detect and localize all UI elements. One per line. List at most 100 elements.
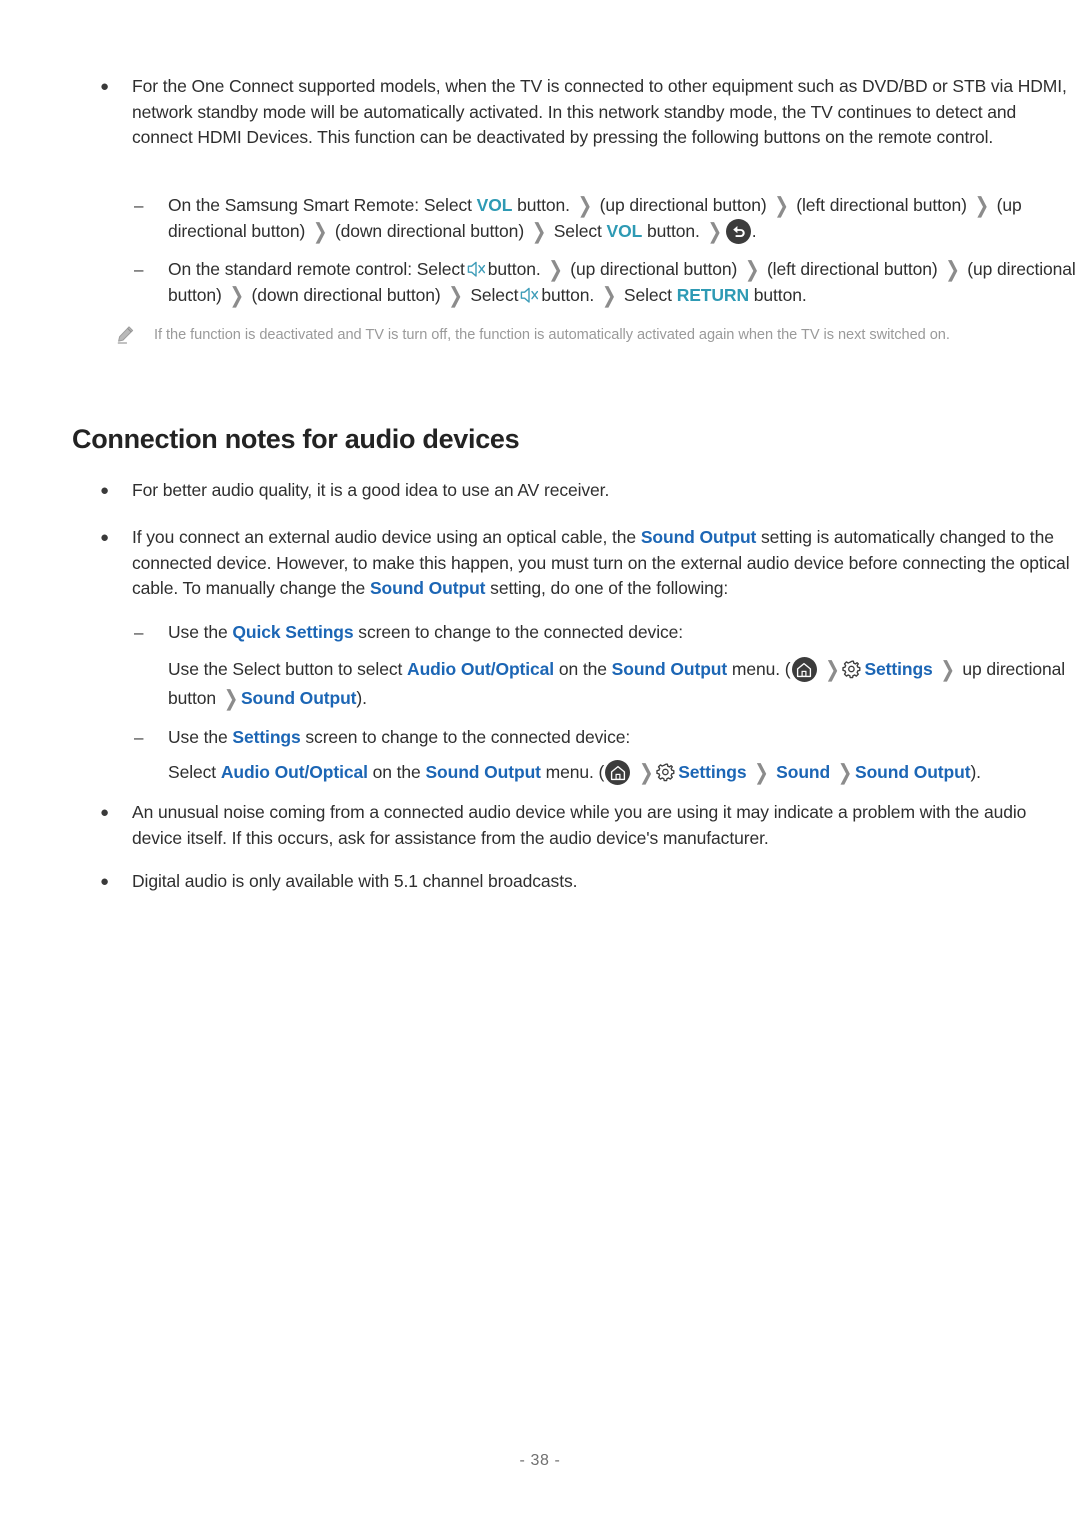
bullet-unusual-noise-text: An unusual noise coming from a connected… <box>132 802 1027 848</box>
chevron-separator-icon: ❯ <box>837 760 853 785</box>
remote-key-vol: VOL <box>476 195 513 215</box>
menu-link-audio-out-optical[interactable]: Audio Out/Optical <box>221 762 368 782</box>
note-text: If the function is deactivated and TV is… <box>154 327 950 343</box>
step-text-part-4: (left directional button) <box>796 195 967 215</box>
step-text-part-1: On the standard remote control: Select <box>168 259 465 279</box>
detail-text-part-1: Use the Select button to select <box>168 659 403 679</box>
mute-icon <box>467 260 486 277</box>
quick-settings-detail: Use the Select button to select Audio Ou… <box>168 655 1080 713</box>
step-text-part-9: . <box>751 220 757 241</box>
chevron-separator-icon: ❯ <box>223 686 238 711</box>
optical-text-part-1: If you connect an external audio device … <box>132 527 637 547</box>
quick-settings-text-part-2: screen to change to the connected device… <box>358 622 684 642</box>
dash-marker: – <box>134 196 144 215</box>
menu-link-settings[interactable]: Settings <box>232 727 300 747</box>
quick-settings-text-part-1: Use the <box>168 622 228 642</box>
home-icon <box>791 657 817 682</box>
chevron-separator-icon: ❯ <box>707 219 722 243</box>
step-text-part-8: button. <box>541 284 595 305</box>
gear-icon <box>842 659 862 679</box>
step-text-part-3: (up directional button) <box>599 195 767 215</box>
menu-link-sound-output[interactable]: Sound Output <box>370 578 486 598</box>
step-text-part-4: (left directional button) <box>766 259 938 279</box>
menu-link-settings[interactable]: Settings <box>678 762 746 782</box>
chevron-separator-icon: ❯ <box>940 657 955 682</box>
dash-marker: – <box>134 728 144 747</box>
detail-text-part-3: menu. ( <box>731 659 791 679</box>
step-quick-settings: – Use the Quick Settings screen to chang… <box>132 620 1080 646</box>
document-page: ● For the One Connect supported models, … <box>0 0 1080 1527</box>
step-text-part-10: button. <box>753 284 807 305</box>
home-icon <box>605 760 631 785</box>
menu-link-settings[interactable]: Settings <box>864 659 932 679</box>
chevron-separator-icon: ❯ <box>754 760 769 785</box>
section-title-connection-notes: Connection notes for audio devices <box>72 424 520 454</box>
settings-detail-part-1: Select <box>168 762 217 782</box>
settings-detail: Select Audio Out/Optical on the Sound Ou… <box>168 758 1080 787</box>
chevron-separator-icon: ❯ <box>229 283 244 307</box>
bullet-digital-audio: ● Digital audio is only available with 5… <box>96 869 1080 895</box>
chevron-separator-icon: ❯ <box>448 283 463 307</box>
optical-text-part-3: setting, do one of the following: <box>490 578 729 598</box>
step-standard-remote: – On the standard remote control: Select… <box>132 257 1080 308</box>
bullet-marker: ● <box>100 873 109 890</box>
gear-icon <box>656 762 676 782</box>
bullet-unusual-noise: ● An unusual noise coming from a connect… <box>96 800 1080 851</box>
chevron-separator-icon: ❯ <box>745 257 760 282</box>
mute-icon <box>520 286 539 303</box>
step-text-part-3: (up directional button) <box>570 259 738 279</box>
menu-link-sound[interactable]: Sound <box>776 762 830 782</box>
step-settings-screen: – Use the Settings screen to change to t… <box>132 725 1080 751</box>
remote-key-return: RETURN <box>676 284 750 305</box>
bullet-one-connect-text: For the One Connect supported models, wh… <box>132 76 1067 147</box>
menu-link-sound-output[interactable]: Sound Output <box>425 762 541 782</box>
step-text-part-6: (down directional button) <box>251 284 441 305</box>
bullet-marker: ● <box>100 78 109 95</box>
pencil-icon <box>116 325 136 345</box>
settings-step-text-part-1: Use the <box>168 727 228 747</box>
note-deactivated-function: If the function is deactivated and TV is… <box>96 323 1080 348</box>
step-text-part-8: button. <box>647 220 700 241</box>
step-samsung-smart-remote: – On the Samsung Smart Remote: Select VO… <box>132 193 1080 244</box>
bullet-digital-audio-text: Digital audio is only available with 5.1… <box>132 871 578 891</box>
return-icon <box>725 218 751 244</box>
settings-detail-part-2: on the <box>372 762 421 782</box>
bullet-optical-cable: ● If you connect an external audio devic… <box>96 525 1080 602</box>
chevron-separator-icon: ❯ <box>531 219 546 243</box>
chevron-separator-icon: ❯ <box>548 257 563 282</box>
remote-key-vol: VOL <box>606 220 643 241</box>
dash-marker: – <box>134 260 144 279</box>
chevron-separator-icon: ❯ <box>825 657 840 682</box>
menu-link-sound-output[interactable]: Sound Output <box>641 527 757 547</box>
chevron-separator-icon: ❯ <box>577 193 592 218</box>
chevron-separator-icon: ❯ <box>945 257 960 282</box>
step-text-part-9: Select <box>623 284 672 305</box>
detail-text-part-2: on the <box>558 659 607 679</box>
detail-text-part-5: ). <box>356 688 367 708</box>
step-text-part-7: Select <box>470 284 519 305</box>
step-text-part-2: button. <box>517 195 570 215</box>
settings-detail-part-3: menu. ( <box>545 762 605 782</box>
bullet-marker: ● <box>100 804 109 821</box>
chevron-separator-icon: ❯ <box>639 760 654 785</box>
bullet-marker: ● <box>100 529 109 546</box>
chevron-separator-icon: ❯ <box>601 283 617 307</box>
step-text-part-7: Select <box>553 220 602 241</box>
bullet-av-receiver: ● For better audio quality, it is a good… <box>96 478 1080 504</box>
menu-link-sound-output[interactable]: Sound Output <box>612 659 728 679</box>
settings-detail-part-4: ). <box>970 762 981 782</box>
menu-link-audio-out-optical[interactable]: Audio Out/Optical <box>407 659 554 679</box>
chevron-separator-icon: ❯ <box>312 219 328 243</box>
dash-marker: – <box>134 623 144 642</box>
bullet-marker: ● <box>100 482 109 499</box>
step-text-part-2: button. <box>487 259 541 279</box>
settings-step-text-part-2: screen to change to the connected device… <box>305 727 631 747</box>
menu-link-sound-output[interactable]: Sound Output <box>855 762 971 782</box>
step-text-part-1: On the Samsung Smart Remote: Select <box>168 195 472 215</box>
menu-link-quick-settings[interactable]: Quick Settings <box>232 622 353 642</box>
bullet-one-connect: ● For the One Connect supported models, … <box>96 74 1080 151</box>
chevron-separator-icon: ❯ <box>774 193 789 218</box>
menu-link-sound-output[interactable]: Sound Output <box>241 688 357 708</box>
page-number: - 38 - <box>519 1452 561 1469</box>
chevron-separator-icon: ❯ <box>974 193 989 218</box>
